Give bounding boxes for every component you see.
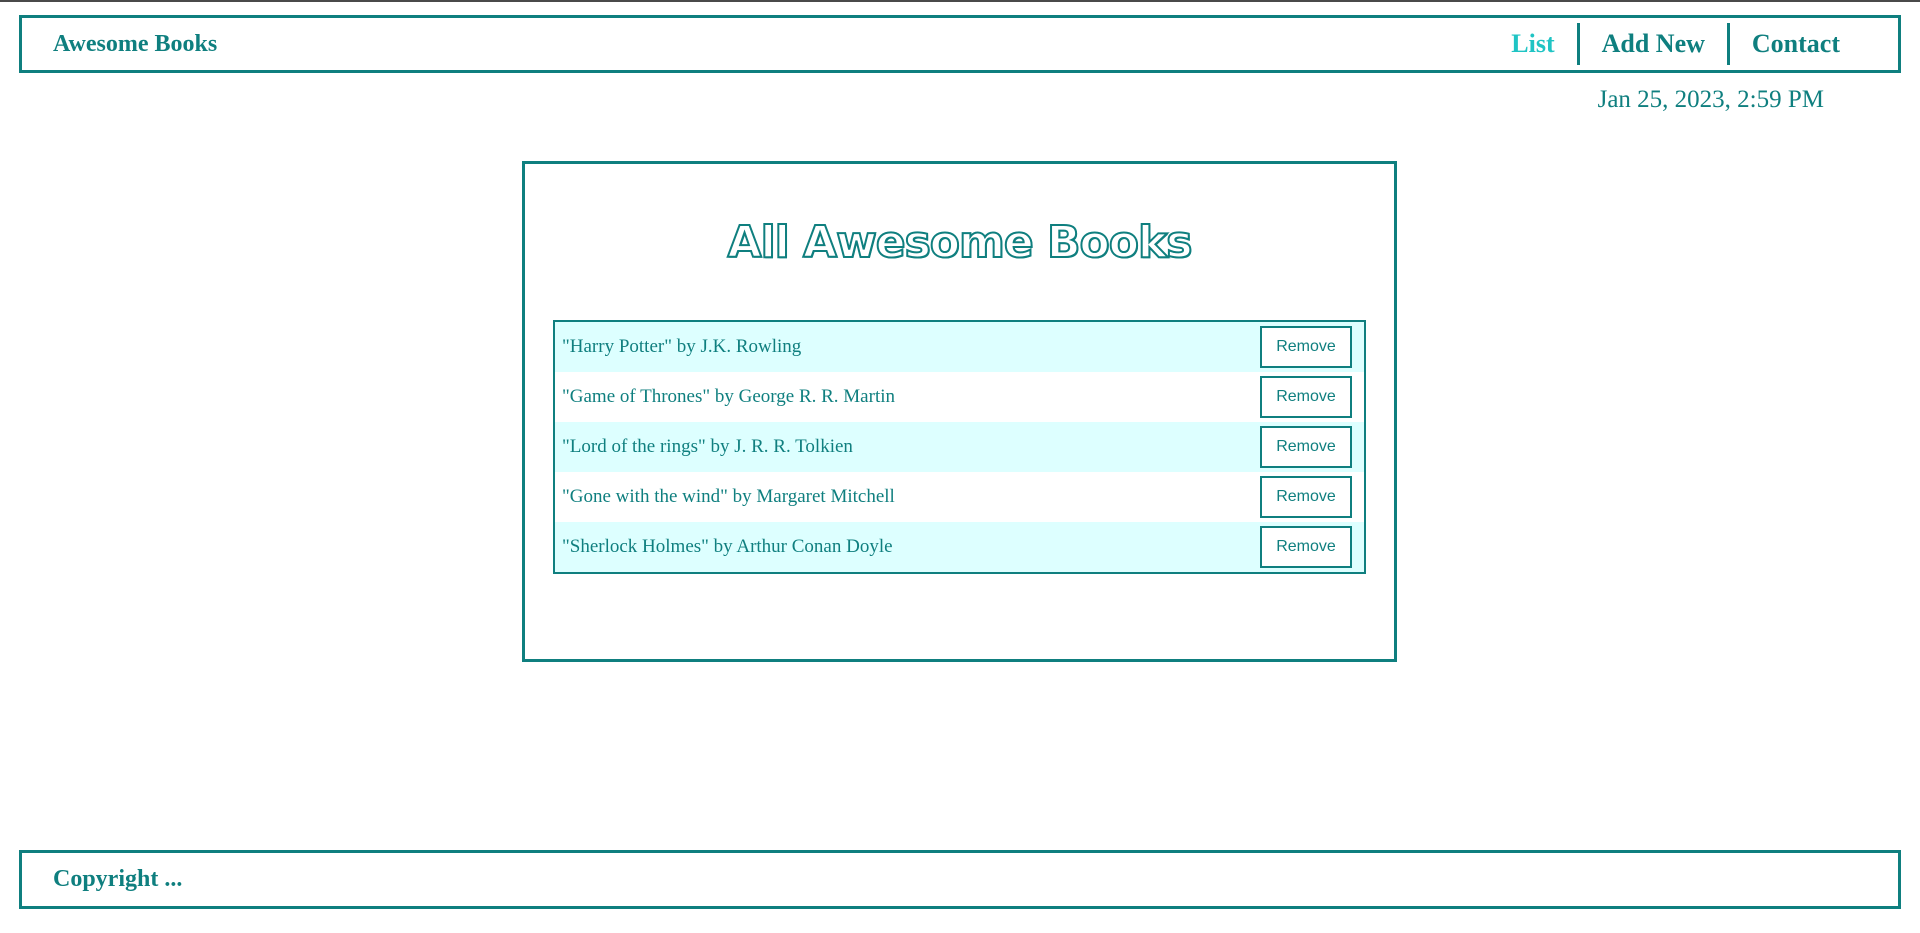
book-title-author: "Game of Thrones" by George R. R. Martin [562, 386, 896, 407]
navbar: Awesome Books List Add New Contact [19, 15, 1901, 73]
book-title-author: "Lord of the rings" by J. R. R. Tolkien [562, 436, 853, 457]
copyright-text: Copyright ... [53, 866, 183, 892]
book-list: "Harry Potter" by J.K. Rowling Remove "G… [553, 320, 1366, 574]
remove-button[interactable]: Remove [1260, 326, 1352, 368]
nav-links: List Add New Contact [1489, 18, 1862, 70]
book-item: "Lord of the rings" by J. R. R. Tolkien … [555, 422, 1364, 472]
footer: Copyright ... [19, 850, 1901, 909]
brand-logo: Awesome Books [53, 30, 218, 57]
book-title-author: "Gone with the wind" by Margaret Mitchel… [562, 486, 895, 507]
nav-link-contact[interactable]: Contact [1730, 24, 1862, 64]
book-item: "Game of Thrones" by George R. R. Martin… [555, 372, 1364, 422]
book-item: "Harry Potter" by J.K. Rowling Remove [555, 322, 1364, 372]
remove-button[interactable]: Remove [1260, 476, 1352, 518]
book-title-author: "Harry Potter" by J.K. Rowling [562, 336, 802, 357]
current-datetime: Jan 25, 2023, 2:59 PM [1597, 86, 1824, 113]
remove-button[interactable]: Remove [1260, 526, 1352, 568]
remove-button[interactable]: Remove [1260, 376, 1352, 418]
book-title-author: "Sherlock Holmes" by Arthur Conan Doyle [562, 536, 893, 557]
remove-button[interactable]: Remove [1260, 426, 1352, 468]
book-item: "Sherlock Holmes" by Arthur Conan Doyle … [555, 522, 1364, 572]
nav-link-add-new[interactable]: Add New [1580, 24, 1727, 64]
book-item: "Gone with the wind" by Margaret Mitchel… [555, 472, 1364, 522]
page-title: All Awesome Books [727, 216, 1194, 269]
book-list-section: All Awesome Books "Harry Potter" by J.K.… [522, 161, 1397, 662]
nav-link-list[interactable]: List [1489, 24, 1576, 64]
